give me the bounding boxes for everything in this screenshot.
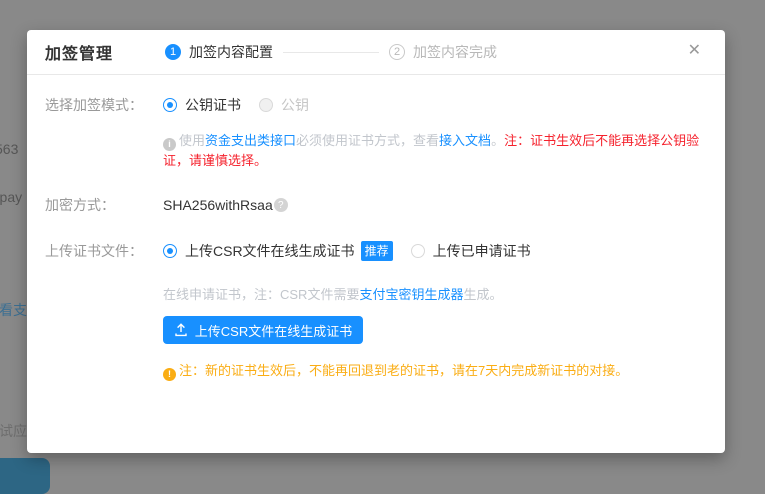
encrypt-method-label: 加密方式：	[45, 195, 163, 215]
radio-upload-existing[interactable]: 上传已申请证书	[411, 241, 531, 261]
encrypt-method-text: SHA256withRsaa	[163, 197, 273, 213]
upload-csr-button[interactable]: 上传CSR文件在线生成证书	[163, 316, 363, 344]
new-cert-warning-text: 注：新的证书生效后，不能再回退到老的证书，请在7天内完成新证书的对接。	[179, 363, 628, 378]
help-icon[interactable]: ?	[274, 198, 288, 212]
upload-cert-row: 上传证书文件： 上传CSR文件在线生成证书 推荐 上传已申请证书	[45, 241, 707, 261]
recommend-badge: 推荐	[361, 241, 393, 261]
step-connector-line	[283, 52, 379, 53]
close-icon[interactable]: ✕	[688, 43, 701, 59]
radio-disabled-icon	[259, 98, 273, 112]
background-link-fragment: 查看支	[0, 300, 27, 320]
sign-mode-label: 选择加签模式：	[45, 95, 163, 115]
radio-public-key-label: 公钥	[281, 95, 309, 115]
info-icon: i	[163, 138, 176, 151]
radio-public-key-cert[interactable]: 公钥证书	[163, 95, 241, 115]
access-doc-link[interactable]: 接入文档	[439, 133, 491, 148]
background-text-fragment: 测试应	[0, 421, 27, 441]
funds-api-link[interactable]: 资金支出类接口	[205, 133, 296, 148]
sign-management-dialog: 加签管理 1 加签内容配置 2 加签内容完成 ✕ 选择加签模式： 公钥证书	[27, 30, 725, 453]
step-2-label: 加签内容完成	[413, 42, 497, 62]
hint-text-prefix: 在线申请证书，注：CSR文件需要	[163, 287, 359, 302]
radio-checked-icon	[163, 98, 177, 112]
step-2-complete: 2 加签内容完成	[389, 42, 497, 62]
upload-cert-label: 上传证书文件：	[45, 241, 163, 261]
note-text-period: 。	[491, 133, 504, 148]
radio-upload-existing-label: 上传已申请证书	[433, 241, 531, 261]
steps-indicator: 1 加签内容配置 2 加签内容完成	[165, 42, 497, 62]
step-2-circle: 2	[389, 44, 405, 60]
dialog-body: 选择加签模式： 公钥证书 公钥 i使用资金支出类接口必须使用证书方式，查看接入文…	[27, 75, 725, 381]
upload-icon	[174, 323, 188, 337]
radio-public-key[interactable]: 公钥	[259, 95, 309, 115]
radio-upload-csr-label: 上传CSR文件在线生成证书	[185, 241, 355, 261]
csr-hint: 在线申请证书，注：CSR文件需要支付宝密钥生成器生成。	[163, 284, 707, 303]
step-1-config: 1 加签内容配置	[165, 42, 273, 62]
hint-text-suffix: 生成。	[463, 287, 502, 302]
encrypt-method-row: 加密方式： SHA256withRsaa ?	[45, 195, 707, 215]
warning-icon: !	[163, 368, 176, 381]
note-text-prefix: 使用	[179, 133, 205, 148]
note-text-middle: 必须使用证书方式，查看	[296, 133, 439, 148]
radio-unchecked-icon	[411, 244, 425, 258]
dialog-title: 加签管理	[45, 40, 113, 64]
key-generator-link[interactable]: 支付宝密钥生成器	[359, 287, 463, 302]
sign-mode-row: 选择加签模式： 公钥证书 公钥	[45, 95, 707, 115]
background-text-fragment: Alipay	[0, 189, 22, 205]
radio-public-key-cert-label: 公钥证书	[185, 95, 241, 115]
cert-mode-note: i使用资金支出类接口必须使用证书方式，查看接入文档。注：证书生效后不能再选择公钥…	[163, 131, 715, 171]
step-1-circle: 1	[165, 44, 181, 60]
background-dimmed-button	[0, 458, 50, 494]
step-1-label: 加签内容配置	[189, 42, 273, 62]
new-cert-warning: !注：新的证书生效后，不能再回退到老的证书，请在7天内完成新证书的对接。	[163, 360, 707, 381]
background-text-fragment: 563	[0, 141, 18, 157]
dialog-header: 加签管理 1 加签内容配置 2 加签内容完成 ✕	[27, 30, 725, 75]
upload-csr-button-label: 上传CSR文件在线生成证书	[195, 321, 352, 340]
encrypt-method-value: SHA256withRsaa ?	[163, 197, 288, 213]
radio-upload-csr[interactable]: 上传CSR文件在线生成证书 推荐	[163, 241, 393, 261]
radio-checked-icon	[163, 244, 177, 258]
